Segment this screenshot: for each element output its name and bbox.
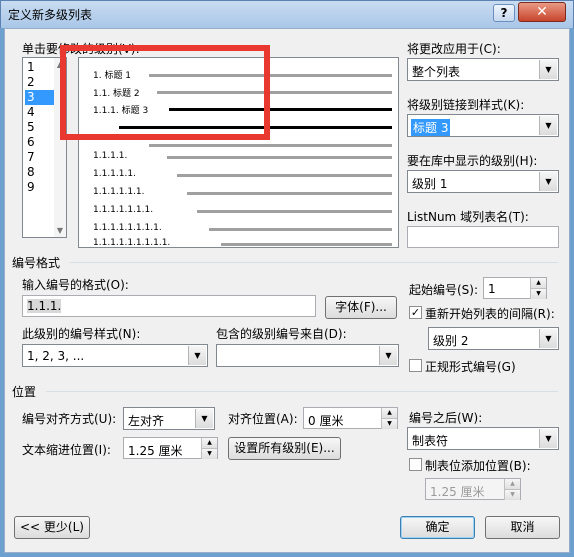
indent-value: 1.25 厘米 — [128, 444, 183, 458]
include-level-select[interactable]: ▼ — [216, 344, 399, 367]
number-format-title: 编号格式 — [12, 256, 61, 270]
align-at-label: 对齐位置(A): — [228, 412, 298, 426]
level-item-4[interactable]: 4 — [25, 105, 55, 120]
gallery-level-label: 要在库中显示的级别(H): — [407, 154, 538, 168]
number-style-select[interactable]: 1, 2, 3, ... ▼ — [22, 344, 208, 367]
listnum-input[interactable] — [407, 226, 559, 248]
font-button[interactable]: 字体(F)... — [325, 296, 397, 319]
indent-spinner[interactable]: 1.25 厘米 ▲ ▼ — [123, 437, 218, 459]
restart-level-select[interactable]: 级别 2 ▼ — [428, 327, 559, 350]
restart-label: 重新开始列表的间隔(R): — [425, 307, 555, 321]
start-at-label: 起始编号(S): — [409, 283, 479, 297]
preview-line — [167, 156, 392, 159]
preview-number-9: 1.1.1.1.1.1.1.1.1. — [93, 238, 171, 248]
link-style-value: 标题 3 — [411, 119, 451, 136]
level-item-6[interactable]: 6 — [25, 135, 55, 150]
preview-line — [187, 192, 392, 195]
apply-to-label: 将更改应用于(C): — [407, 42, 501, 56]
spin-up-icon[interactable]: ▲ — [201, 438, 217, 448]
set-all-levels-button[interactable]: 设置所有级别(E)... — [228, 437, 341, 460]
legal-label: 正规形式编号(G) — [425, 360, 516, 374]
preview-line — [149, 144, 392, 147]
level-item-8[interactable]: 8 — [25, 165, 55, 180]
highlight-box — [60, 45, 270, 140]
preview-line — [177, 174, 392, 177]
level-item-1[interactable]: 1 — [25, 60, 55, 75]
tab-stop-checkbox[interactable] — [409, 458, 422, 471]
scroll-down-icon[interactable]: ▼ — [54, 226, 66, 235]
gallery-level-select[interactable]: 级别 1 ▼ — [407, 170, 559, 193]
preview-number-5: 1.1.1.1.1. — [93, 169, 136, 179]
follow-with-value: 制表符 — [412, 434, 449, 448]
preview-number-7: 1.1.1.1.1.1.1. — [93, 205, 154, 215]
spin-down-icon[interactable]: ▼ — [381, 418, 397, 429]
align-at-value: 0 厘米 — [308, 414, 344, 428]
start-at-spinner[interactable]: 1 ▲ ▼ — [483, 277, 547, 299]
chevron-down-icon[interactable]: ▼ — [539, 172, 557, 191]
window-title: 定义新多级列表 — [8, 8, 93, 22]
start-at-value: 1 — [488, 282, 496, 296]
level-item-9[interactable]: 9 — [25, 180, 55, 195]
level-item-7[interactable]: 7 — [25, 150, 55, 165]
ok-button[interactable]: 确定 — [400, 516, 475, 539]
format-label: 输入编号的格式(O): — [22, 278, 129, 292]
spin-down-icon[interactable]: ▼ — [530, 288, 546, 299]
preview-line — [197, 210, 392, 213]
apply-to-value: 整个列表 — [412, 65, 461, 79]
spin-down-icon[interactable]: ▼ — [201, 448, 217, 459]
divider — [46, 391, 558, 392]
format-input[interactable]: 1.1.1. — [22, 295, 316, 317]
help-button[interactable]: ? — [493, 4, 515, 22]
tab-stop-spinner[interactable]: 1.25 厘米 ▲ ▼ — [425, 478, 521, 500]
spin-down-icon[interactable]: ▼ — [504, 489, 520, 500]
preview-number-6: 1.1.1.1.1.1. — [93, 187, 145, 197]
include-level-label: 包含的级别编号来自(D): — [216, 327, 347, 341]
link-style-select[interactable]: 标题 3 ▼ — [407, 114, 559, 137]
preview-number-4: 1.1.1.1. — [93, 151, 128, 161]
number-style-value: 1, 2, 3, ... — [27, 349, 85, 363]
tab-stop-label: 制表位添加位置(B): — [425, 459, 531, 473]
format-value: 1.1.1. — [27, 299, 62, 313]
cancel-button[interactable]: 取消 — [485, 516, 560, 539]
position-title: 位置 — [12, 385, 37, 399]
spin-up-icon[interactable]: ▲ — [504, 479, 520, 489]
level-item-5[interactable]: 5 — [25, 120, 55, 135]
divider — [70, 262, 558, 263]
tab-stop-value: 1.25 厘米 — [430, 485, 485, 499]
chevron-down-icon[interactable]: ▼ — [539, 429, 557, 448]
restart-checkbox[interactable]: ✓ — [409, 306, 422, 319]
chevron-down-icon[interactable]: ▼ — [379, 346, 397, 365]
preview-line — [221, 243, 392, 246]
spin-up-icon[interactable]: ▲ — [381, 408, 397, 418]
spin-up-icon[interactable]: ▲ — [530, 278, 546, 288]
level-item-3[interactable]: 3 — [25, 90, 55, 105]
less-button[interactable]: << 更少(L) — [14, 516, 90, 539]
chevron-down-icon[interactable]: ▼ — [539, 329, 557, 348]
chevron-down-icon[interactable]: ▼ — [539, 116, 557, 135]
align-label: 编号对齐方式(U): — [22, 412, 117, 426]
indent-label: 文本缩进位置(I): — [22, 443, 111, 457]
chevron-down-icon[interactable]: ▼ — [539, 60, 557, 79]
gallery-level-value: 级别 1 — [412, 177, 448, 191]
style-label: 此级别的编号样式(N): — [22, 327, 141, 341]
link-style-label: 将级别链接到样式(K): — [407, 98, 525, 112]
close-button[interactable]: ✕ — [518, 2, 566, 22]
restart-level-value: 级别 2 — [433, 334, 469, 348]
align-at-spinner[interactable]: 0 厘米 ▲ ▼ — [303, 407, 398, 429]
legal-checkbox[interactable] — [409, 359, 422, 372]
chevron-down-icon[interactable]: ▼ — [188, 346, 206, 365]
chevron-down-icon[interactable]: ▼ — [195, 409, 213, 428]
apply-to-select[interactable]: 整个列表 ▼ — [407, 58, 559, 81]
follow-with-label: 编号之后(W): — [409, 411, 483, 425]
level-item-2[interactable]: 2 — [25, 75, 55, 90]
preview-number-8: 1.1.1.1.1.1.1.1. — [93, 223, 162, 233]
align-value: 左对齐 — [128, 414, 165, 428]
follow-with-select[interactable]: 制表符 ▼ — [407, 427, 559, 450]
listnum-label: ListNum 域列表名(T): — [407, 210, 529, 224]
preview-line — [209, 228, 392, 231]
align-select[interactable]: 左对齐 ▼ — [123, 407, 215, 430]
